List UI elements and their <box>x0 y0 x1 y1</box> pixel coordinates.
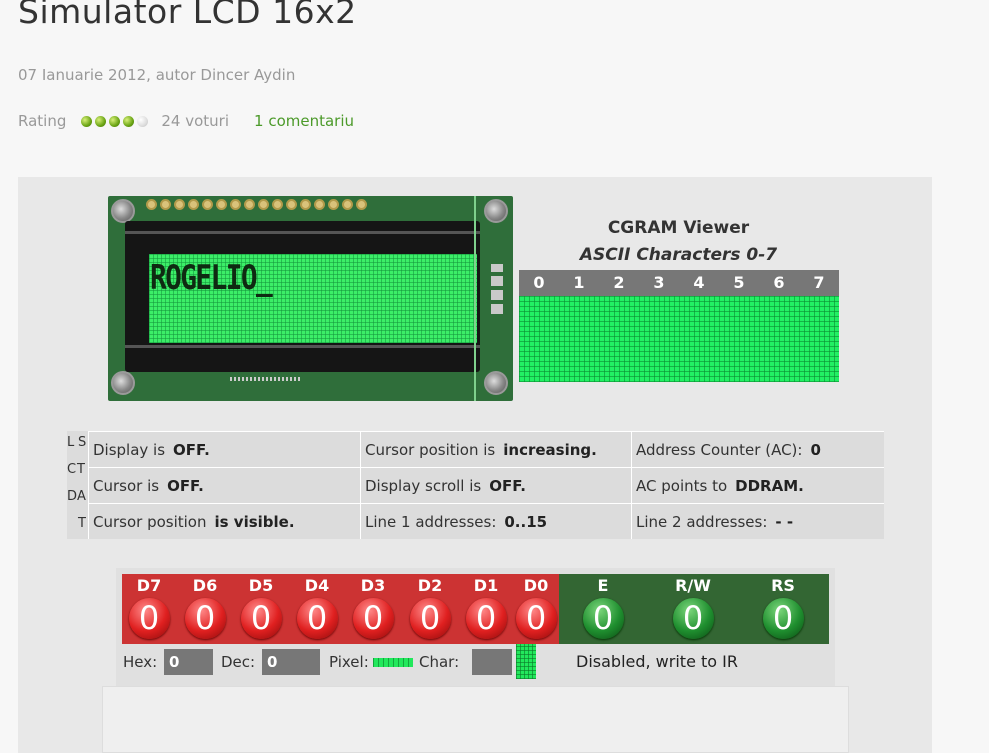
bit-d1: D1 0 <box>464 576 508 639</box>
hex-label: Hex: <box>123 653 158 671</box>
cgram-col: 0 <box>533 273 545 292</box>
write-mode-status: Disabled, write to IR <box>576 652 738 671</box>
status-line2-addresses: Line 2 addresses: - - <box>631 503 884 539</box>
bit-d2-toggle[interactable]: 0 <box>409 598 451 639</box>
flag-letter: L <box>67 435 75 450</box>
cgram-subtitle: ASCII Characters 0-7 <box>579 245 778 265</box>
dec-field[interactable]: 0 <box>262 649 320 675</box>
status-address-counter: Address Counter (AC): 0 <box>631 431 884 467</box>
rating-star-icon[interactable] <box>81 115 93 127</box>
status-cursor-direction: Cursor position is increasing. <box>360 431 631 467</box>
flag-letter: S <box>78 435 87 450</box>
votes-count: 24 voturi <box>161 112 230 130</box>
flag-letter: C <box>67 462 77 477</box>
bit-d7-toggle[interactable]: 0 <box>128 598 170 639</box>
status-cursor: Cursor is OFF. <box>88 467 360 503</box>
bit-rs: RS 0 <box>761 576 805 639</box>
bit-e: E0 <box>581 576 625 639</box>
cgram-viewer <box>519 296 839 382</box>
screw-icon <box>484 199 508 223</box>
char-label: Char: <box>419 653 460 671</box>
status-table: L S C T D A T Display is OFF. Cursor is OF… <box>67 431 884 539</box>
bit-d2: D2 0 <box>408 576 452 639</box>
bit-d3-toggle[interactable]: 0 <box>352 598 394 639</box>
rating-bar: Rating 24 voturi 1 comentariu <box>18 112 354 130</box>
cgram-col: 3 <box>653 273 665 292</box>
flag-letter: T <box>77 462 85 477</box>
cgram-col: 2 <box>613 273 625 292</box>
bit-d4-toggle[interactable]: 0 <box>296 598 338 639</box>
lcd-module: ROGELIO_ <box>108 196 513 401</box>
lcd-line-1: ROGELIO_ <box>150 258 273 298</box>
bit-d7: D7 0 <box>127 576 171 639</box>
status-line1-addresses: Line 1 addresses: 0..15 <box>360 503 631 539</box>
pixel-label: Pixel: <box>329 653 369 671</box>
header-pins <box>146 199 367 210</box>
bit-rw-toggle[interactable]: 0 <box>672 598 714 639</box>
cgram-col: 4 <box>693 273 705 292</box>
cgram-header: 0 1 2 3 4 5 6 7 <box>519 270 839 296</box>
flag-letter: D <box>67 489 78 504</box>
cgram-title: CGRAM Viewer <box>607 218 750 238</box>
rating-star-icon[interactable] <box>137 115 149 127</box>
char-field[interactable] <box>472 649 512 675</box>
lower-panel <box>102 686 849 753</box>
bit-d4: D4 0 <box>295 576 339 639</box>
status-ac-points: AC points to DDRAM. <box>631 467 884 503</box>
screw-icon <box>111 199 135 223</box>
flag-letter: T <box>78 516 86 531</box>
cgram-col: 6 <box>773 273 785 292</box>
bit-d5: D5 0 <box>239 576 283 639</box>
hex-field[interactable]: 0 <box>164 649 213 675</box>
instruction-flags: L S C T D A T <box>67 431 88 539</box>
dec-label: Dec: <box>221 653 256 671</box>
status-cursor-position: Cursor position is visible. <box>88 503 360 539</box>
bit-d1-toggle[interactable]: 0 <box>465 598 507 639</box>
bit-d5-toggle[interactable]: 0 <box>240 598 282 639</box>
char-preview <box>516 644 536 679</box>
flag-letter: A <box>77 489 86 504</box>
lcd-screen: ROGELIO_ <box>149 254 477 343</box>
comments-link[interactable]: 1 comentariu <box>254 112 354 130</box>
rating-star-icon[interactable] <box>109 115 121 127</box>
pixel-preview <box>373 658 413 667</box>
bit-d0: D0 0 <box>514 576 558 639</box>
cgram-col: 1 <box>573 273 585 292</box>
rating-star-icon[interactable] <box>95 115 107 127</box>
screw-icon <box>484 371 508 395</box>
bit-d0-toggle[interactable]: 0 <box>515 598 557 639</box>
bit-d3: D3 0 <box>351 576 395 639</box>
bit-d6: D6 0 <box>183 576 227 639</box>
rating-stars[interactable] <box>81 115 149 127</box>
page-title: Simulator LCD 16x2 <box>18 0 357 31</box>
screw-icon <box>111 371 135 395</box>
bit-rs-toggle[interactable]: 0 <box>762 598 804 639</box>
rating-label: Rating <box>18 112 67 130</box>
cgram-col: 5 <box>733 273 745 292</box>
bit-d6-toggle[interactable]: 0 <box>184 598 226 639</box>
bit-rw: R/W 0 <box>671 576 715 639</box>
cgram-col: 7 <box>813 273 825 292</box>
status-display-scroll: Display scroll is OFF. <box>360 467 631 503</box>
rating-star-icon[interactable] <box>123 115 135 127</box>
bit-e-toggle[interactable]: 0 <box>582 598 624 639</box>
article-meta: 07 Ianuarie 2012, autor Dincer Aydin <box>18 66 296 84</box>
status-display: Display is OFF. <box>88 431 360 467</box>
